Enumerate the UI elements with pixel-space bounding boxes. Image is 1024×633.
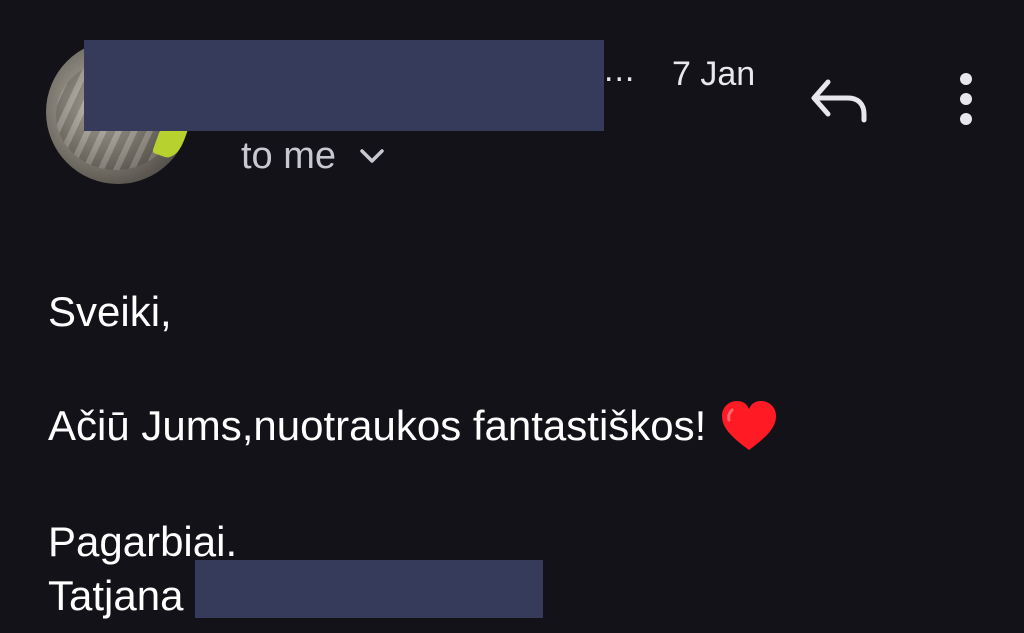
message-closing: Pagarbiai. <box>48 518 238 565</box>
message-line: Ačiū Jums,nuotraukos fantastiškos! <box>48 400 778 452</box>
recipient-details-toggle[interactable]: to me <box>241 134 386 178</box>
message-greeting: Sveiki, <box>48 288 172 335</box>
message-text: Ačiū Jums,nuotraukos fantastiškos! <box>48 402 707 449</box>
heart-icon <box>722 401 777 450</box>
more-vertical-icon <box>960 73 972 125</box>
reply-icon <box>811 79 867 123</box>
sender-name-ellipsis: ... <box>604 51 636 89</box>
message-signature: Tatjana <box>48 560 544 620</box>
sender-name-redaction <box>84 40 604 131</box>
email-header: ... 7 Jan to me <box>0 0 1024 200</box>
signature-first-name: Tatjana <box>48 572 184 619</box>
chevron-down-icon <box>360 149 384 163</box>
recipient-label: to me <box>241 135 337 177</box>
signature-surname-redaction <box>195 560 544 618</box>
reply-button[interactable] <box>806 72 872 128</box>
more-options-button[interactable] <box>946 70 986 128</box>
message-date: 7 Jan <box>672 55 756 93</box>
